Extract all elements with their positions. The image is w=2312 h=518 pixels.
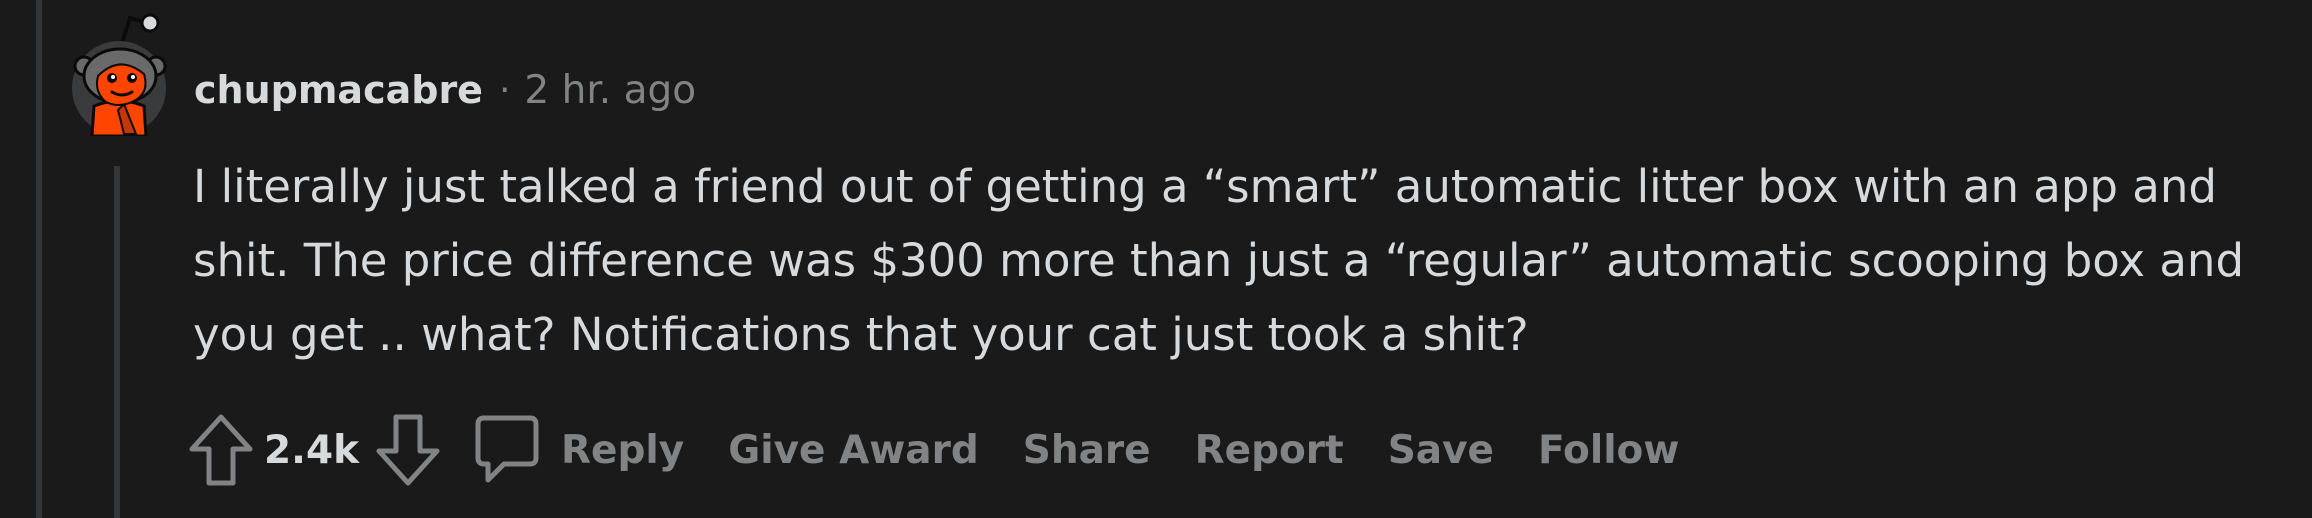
username-link[interactable]: chupmacabre [194,68,483,112]
share-button[interactable]: Share [1023,428,1151,473]
speech-bubble-icon [473,410,541,490]
upvote-button[interactable] [186,410,256,490]
reply-button[interactable]: Reply [473,410,684,490]
arrow-down-icon [376,414,440,486]
separator-dot: · [498,69,511,111]
save-button[interactable]: Save [1388,428,1494,473]
report-button[interactable]: Report [1195,428,1344,473]
comment-header: chupmacabre · 2 hr. ago [194,60,696,120]
arrow-up-icon [189,414,253,486]
avatar[interactable] [66,6,176,138]
thread-line-parent[interactable] [36,0,42,518]
thread-line-comment[interactable] [114,166,120,518]
reply-label: Reply [561,427,685,473]
vote-score: 2.4k [264,427,360,473]
comment-action-bar: 2.4k Reply Give Award Share Report Save … [186,410,1679,490]
give-award-button[interactable]: Give Award [728,428,979,473]
downvote-button[interactable] [373,410,443,490]
follow-button[interactable]: Follow [1538,428,1679,473]
timestamp-link[interactable]: 2 hr. ago [524,68,696,113]
snoo-avatar-icon [72,13,167,138]
comment-body: I literally just talked a friend out of … [193,160,2245,361]
